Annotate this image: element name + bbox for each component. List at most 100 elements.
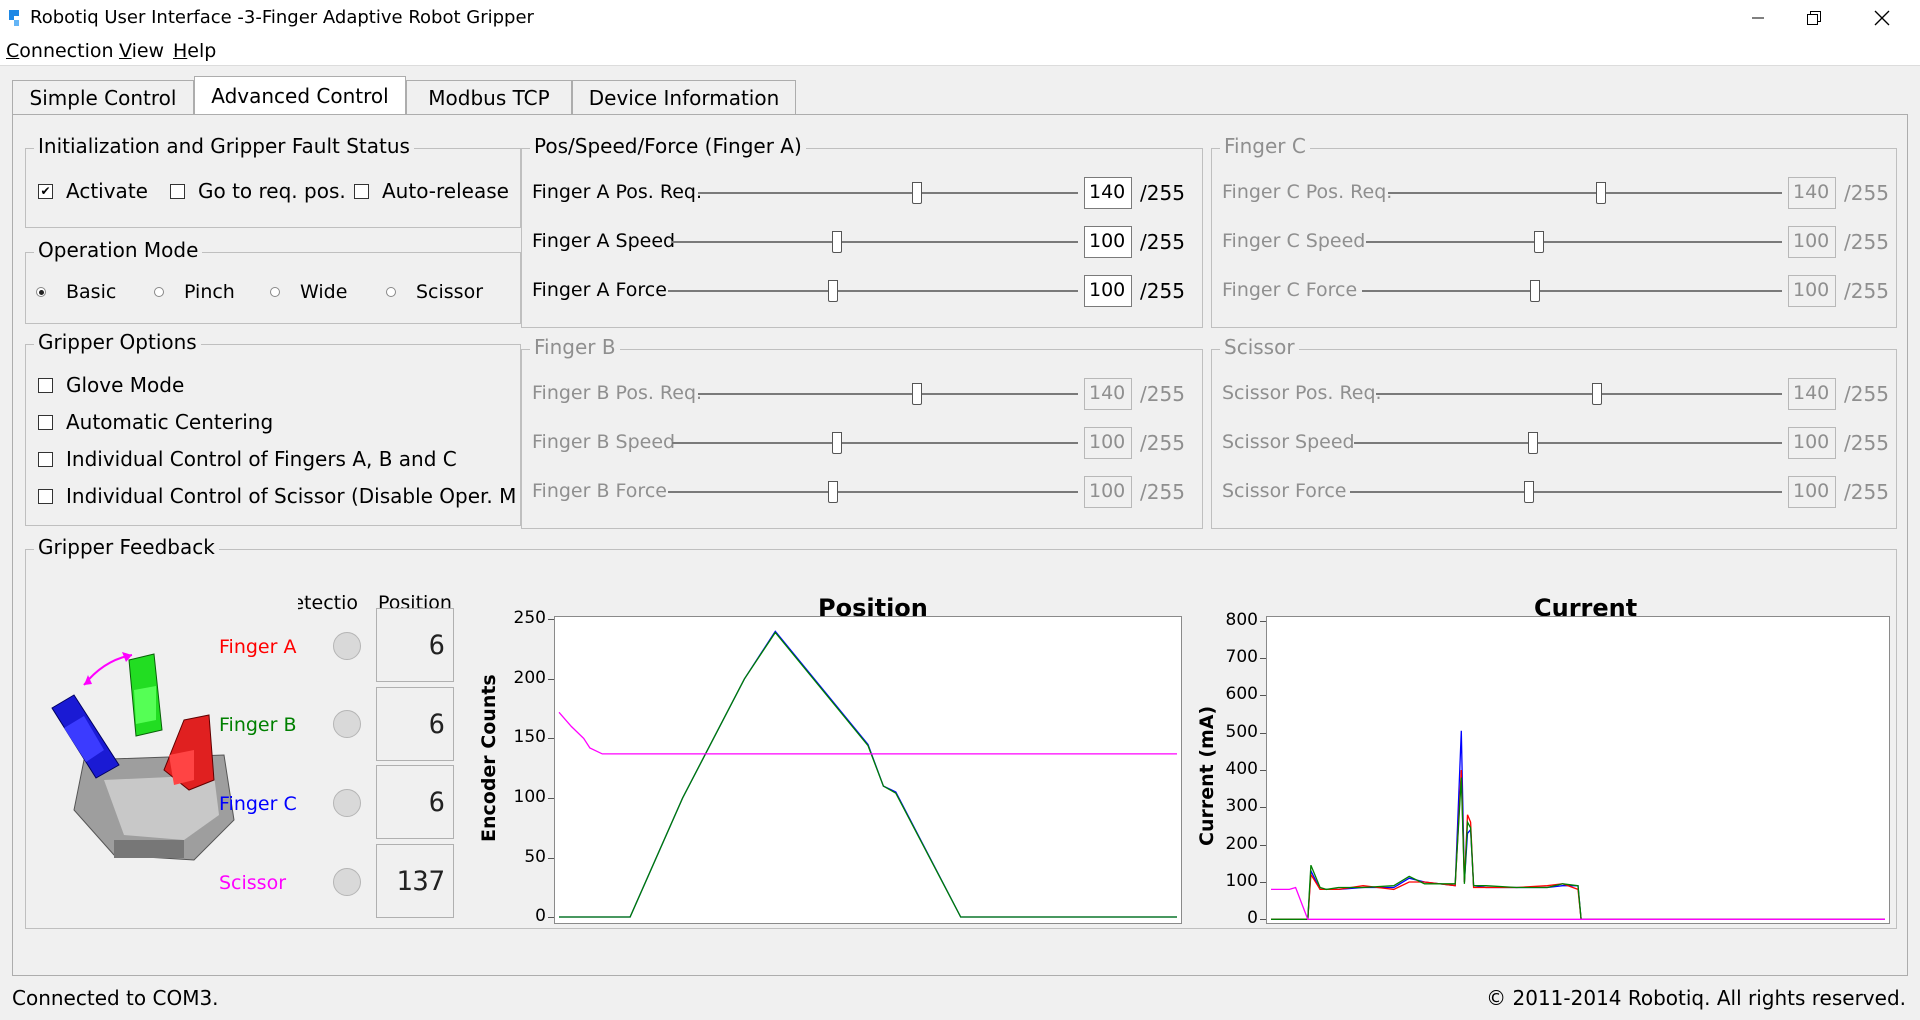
- slider-thumb[interactable]: [832, 432, 842, 454]
- slider-track[interactable]: [1362, 290, 1782, 292]
- slider-track[interactable]: [1388, 192, 1782, 194]
- slider-track[interactable]: [668, 290, 1078, 292]
- slider-track[interactable]: [698, 192, 1078, 194]
- finger-a-group: Pos/Speed/Force (Finger A) Finger A Pos.…: [521, 134, 1203, 328]
- current-chart-ytick-label: 400: [1225, 759, 1258, 779]
- checkbox-box: ✔: [38, 183, 53, 199]
- mode-pinch-radio[interactable]: Pinch: [154, 281, 235, 303]
- automatic-centering-checkbox[interactable]: Automatic Centering: [38, 410, 273, 434]
- slider-thumb[interactable]: [1530, 280, 1540, 302]
- mode-basic-radio[interactable]: Basic: [36, 281, 116, 303]
- value-input[interactable]: 140: [1084, 177, 1132, 209]
- value-input[interactable]: 100: [1788, 226, 1836, 258]
- tab-device-information[interactable]: Device Information: [572, 80, 796, 114]
- mode-wide-radio[interactable]: Wide: [270, 281, 347, 303]
- radio-label: Scissor: [416, 281, 484, 303]
- glove-mode-checkbox[interactable]: Glove Mode: [38, 373, 184, 397]
- value-input[interactable]: 140: [1084, 378, 1132, 410]
- slider-label: Scissor Force: [1222, 480, 1347, 502]
- finger-c-position-display: 6: [376, 765, 454, 839]
- value-input[interactable]: 100: [1084, 275, 1132, 307]
- slider-thumb[interactable]: [912, 383, 922, 405]
- slider-track[interactable]: [1350, 491, 1782, 493]
- position-chart-series-line-1: [559, 631, 1177, 918]
- position-chart-ytick-label: 200: [513, 667, 546, 688]
- individual-fingers-checkbox[interactable]: Individual Control of Fingers A, B and C: [38, 447, 457, 471]
- slider-thumb[interactable]: [912, 182, 922, 204]
- unit-label: /255: [1844, 230, 1889, 254]
- finger-a-detection-led: [333, 632, 361, 660]
- activate-checkbox[interactable]: ✔ Activate: [38, 179, 148, 203]
- value-input[interactable]: 100: [1084, 427, 1132, 459]
- auto-release-checkbox[interactable]: Auto-release: [354, 179, 509, 203]
- unit-label: /255: [1140, 279, 1185, 303]
- position-chart-ytick-label: 250: [513, 608, 546, 629]
- finger-c-label: Finger C: [219, 793, 297, 815]
- slider-track[interactable]: [1376, 393, 1782, 395]
- slider-label: Scissor Speed: [1222, 431, 1355, 453]
- finger-a-speed-row: Finger A Speed 100 /255: [522, 226, 1202, 258]
- menu-connection[interactable]: Connection: [6, 40, 114, 62]
- slider-thumb[interactable]: [828, 280, 838, 302]
- unit-label: /255: [1844, 382, 1889, 406]
- slider-thumb[interactable]: [1596, 182, 1606, 204]
- position-chart-ytick-label: 50: [524, 846, 546, 867]
- slider-track[interactable]: [698, 393, 1078, 395]
- slider-thumb[interactable]: [832, 231, 842, 253]
- slider-label: Finger C Pos. Req.: [1222, 181, 1393, 203]
- tab-simple-control[interactable]: Simple Control: [12, 80, 194, 114]
- slider-track[interactable]: [672, 442, 1078, 444]
- slider-track[interactable]: [668, 491, 1078, 493]
- slider-thumb[interactable]: [1534, 231, 1544, 253]
- radio-label: Wide: [300, 281, 348, 303]
- robotiq-logo-icon: [9, 10, 19, 26]
- slider-track[interactable]: [672, 241, 1078, 243]
- finger-c-group: Finger C Finger C Pos. Req. 140 /255 Fin…: [1211, 134, 1897, 328]
- current-chart-ytick-label: 300: [1225, 796, 1258, 817]
- checkbox-label: Go to req. pos.: [198, 179, 346, 203]
- restore-button[interactable]: [1784, 0, 1844, 36]
- mode-scissor-radio[interactable]: Scissor: [386, 281, 483, 303]
- value-input[interactable]: 140: [1788, 177, 1836, 209]
- value-input[interactable]: 100: [1788, 427, 1836, 459]
- slider-track[interactable]: [1366, 241, 1782, 243]
- slider-thumb[interactable]: [828, 481, 838, 503]
- value-input[interactable]: 100: [1084, 226, 1132, 258]
- scissor-speed-row: Scissor Speed 100 /255: [1212, 427, 1896, 459]
- radio-label: Pinch: [184, 281, 235, 303]
- group-title: Finger C: [1220, 134, 1310, 158]
- scissor-position-display: 137: [376, 844, 454, 918]
- position-chart-svg: [558, 630, 1177, 918]
- finger-a-pos-row: Finger A Pos. Req. 140 /255: [522, 177, 1202, 209]
- slider-thumb[interactable]: [1592, 383, 1602, 405]
- slider-track[interactable]: [1354, 442, 1782, 444]
- minimize-button[interactable]: [1728, 0, 1788, 36]
- tab-advanced-control[interactable]: Advanced Control: [194, 76, 406, 114]
- current-chart-series-line-2: [1271, 777, 1885, 920]
- slider-thumb[interactable]: [1524, 481, 1534, 503]
- menu-help[interactable]: Help: [173, 40, 216, 62]
- tab-modbus-tcp[interactable]: Modbus TCP: [406, 80, 572, 114]
- close-button[interactable]: [1852, 0, 1912, 36]
- go-to-req-pos-checkbox[interactable]: Go to req. pos.: [170, 179, 346, 203]
- individual-scissor-checkbox[interactable]: Individual Control of Scissor (Disable O…: [38, 484, 516, 508]
- menu-view[interactable]: View: [119, 40, 164, 62]
- checkbox-label: Glove Mode: [66, 373, 185, 397]
- unit-label: /255: [1140, 480, 1185, 504]
- value-input[interactable]: 140: [1788, 378, 1836, 410]
- value-input[interactable]: 100: [1788, 275, 1836, 307]
- value-input[interactable]: 100: [1084, 476, 1132, 508]
- scissor-group: Scissor Scissor Pos. Req. 140 /255 Sciss…: [1211, 335, 1897, 529]
- checkbox-label: Activate: [66, 179, 148, 203]
- checkbox-box: [170, 183, 185, 199]
- minimize-icon: [1752, 17, 1764, 19]
- position-chart-ytick-label: 0: [535, 906, 546, 927]
- slider-label: Finger B Force: [532, 480, 667, 502]
- position-chart-series-line-0: [559, 630, 1177, 918]
- value-input[interactable]: 100: [1788, 476, 1836, 508]
- finger-a-label: Finger A: [219, 636, 297, 658]
- slider-label: Finger B Speed: [532, 431, 676, 453]
- slider-thumb[interactable]: [1528, 432, 1538, 454]
- options-clip: Glove Mode Automatic Centering Individua…: [26, 345, 520, 525]
- unit-label: /255: [1844, 181, 1889, 205]
